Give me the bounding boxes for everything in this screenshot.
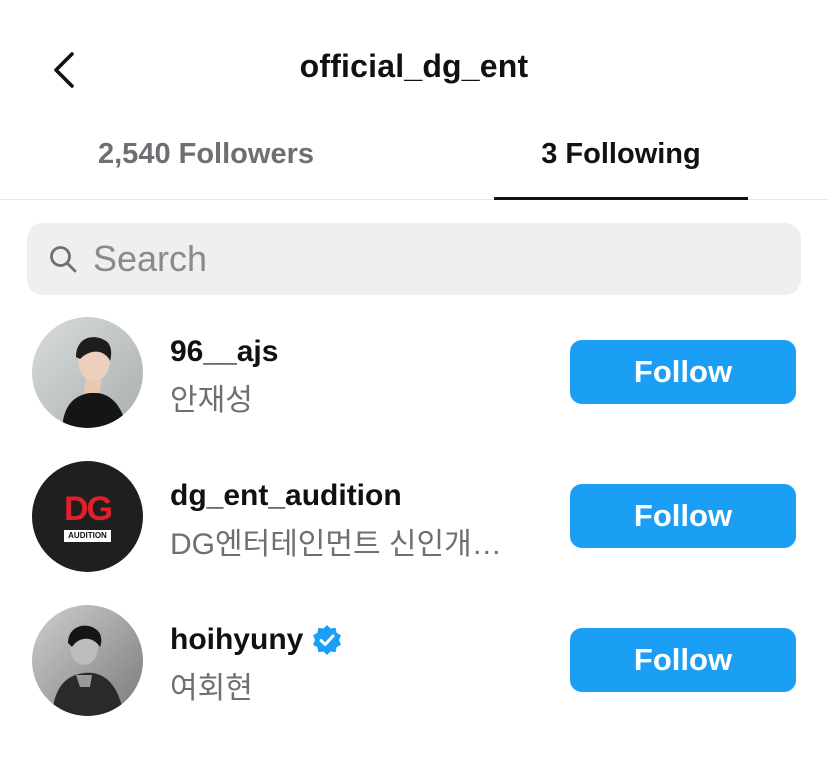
- list-item[interactable]: 96__ajs 안재성 Follow: [0, 317, 828, 437]
- tab-followers[interactable]: 2,540 Followers: [40, 138, 372, 200]
- username[interactable]: 96__ajs: [170, 335, 278, 369]
- active-tab-indicator: [494, 197, 748, 200]
- follow-button[interactable]: Follow: [570, 340, 796, 404]
- avatar[interactable]: [32, 317, 143, 428]
- username-text[interactable]: dg_ent_audition: [170, 479, 402, 513]
- username-text[interactable]: hoihyuny: [170, 623, 303, 657]
- tab-bar: 2,540 Followers 3 Following: [0, 120, 828, 200]
- dg-logo: DG: [64, 489, 113, 528]
- page-title: official_dg_ent: [299, 48, 529, 84]
- audition-label: AUDITION: [64, 529, 111, 542]
- username[interactable]: dg_ent_audition: [170, 479, 402, 513]
- follow-button[interactable]: Follow: [570, 484, 796, 548]
- full-name: 여회현: [170, 672, 253, 705]
- header: official_dg_ent: [0, 0, 828, 140]
- tab-following[interactable]: 3 Following: [494, 138, 748, 200]
- username[interactable]: hoihyuny: [170, 623, 343, 657]
- follow-button[interactable]: Follow: [570, 628, 796, 692]
- avatar[interactable]: DG AUDITION: [32, 461, 143, 572]
- full-name: 안재성: [170, 384, 253, 417]
- full-name: DG엔터테인먼트 신인개…: [170, 528, 502, 561]
- username-text[interactable]: 96__ajs: [170, 335, 278, 369]
- search-bar[interactable]: [27, 223, 801, 295]
- verified-badge-icon: [311, 624, 343, 656]
- list-item[interactable]: DG AUDITION dg_ent_audition DG엔터테인먼트 신인개…: [0, 461, 828, 581]
- list-item[interactable]: hoihyuny 여회현 Follow: [0, 605, 828, 725]
- search-icon: [49, 244, 79, 274]
- avatar[interactable]: [32, 605, 143, 716]
- search-input[interactable]: [93, 238, 693, 280]
